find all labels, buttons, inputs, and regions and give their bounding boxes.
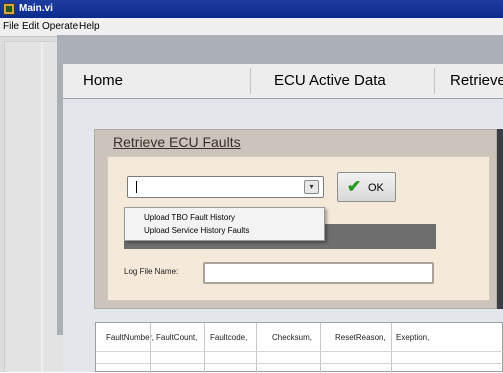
table-header: FaultCount, (156, 333, 198, 342)
panel-edge (497, 129, 503, 309)
tab-bar: Home ECU Active Data Retrieve (63, 64, 503, 99)
table-header: ResetReason, (335, 333, 386, 342)
table-header: Faultcode, (210, 333, 248, 342)
menu-help[interactable]: Help (79, 18, 100, 36)
table-header: Exeption, (396, 333, 430, 342)
dropdown-arrow-icon[interactable]: ▾ (304, 180, 319, 194)
table-column-divider (150, 323, 151, 373)
table-header: Checksum, (272, 333, 313, 342)
menu-operate[interactable]: Operate (42, 18, 78, 36)
table-column-divider (391, 323, 392, 373)
ok-button[interactable]: ✔ OK (337, 172, 396, 202)
tab-separator (434, 68, 435, 94)
tab-home[interactable]: Home (83, 64, 123, 98)
table-column-divider (320, 323, 321, 373)
status-bar (124, 241, 325, 249)
menu-edit[interactable]: Edit (22, 18, 39, 36)
fault-source-dropdown: Upload TBO Fault History Upload Service … (124, 207, 325, 241)
tab-separator (250, 68, 251, 94)
log-file-input[interactable] (203, 262, 434, 284)
fault-source-combo[interactable] (127, 176, 324, 198)
dropdown-option-service[interactable]: Upload Service History Faults (144, 225, 249, 237)
tab-ecu-active-data[interactable]: ECU Active Data (274, 64, 386, 98)
dropdown-option-tbo[interactable]: Upload TBO Fault History (144, 212, 235, 224)
retrieve-faults-title: Retrieve ECU Faults (113, 134, 241, 150)
green-check-icon: ✔ (347, 177, 362, 196)
tab-retrieve[interactable]: Retrieve (450, 64, 503, 98)
canvas-divider (41, 42, 43, 372)
window-title: Main.vi (19, 3, 53, 14)
app-icon (3, 3, 15, 15)
text-caret (136, 181, 137, 193)
faults-table: FaultNumber, FaultCount, Faultcode, Chec… (95, 322, 503, 373)
menu-file[interactable]: File (3, 18, 19, 36)
table-column-divider (204, 323, 205, 373)
table-column-divider (256, 323, 257, 373)
window-titlebar: Main.vi (0, 0, 503, 18)
table-header: FaultNumber, (106, 333, 155, 342)
log-file-label: Log File Name: (124, 267, 179, 276)
ok-button-label: OK (368, 182, 384, 194)
status-bar-right (325, 224, 436, 249)
table-row (96, 351, 503, 352)
table-row (96, 363, 503, 364)
